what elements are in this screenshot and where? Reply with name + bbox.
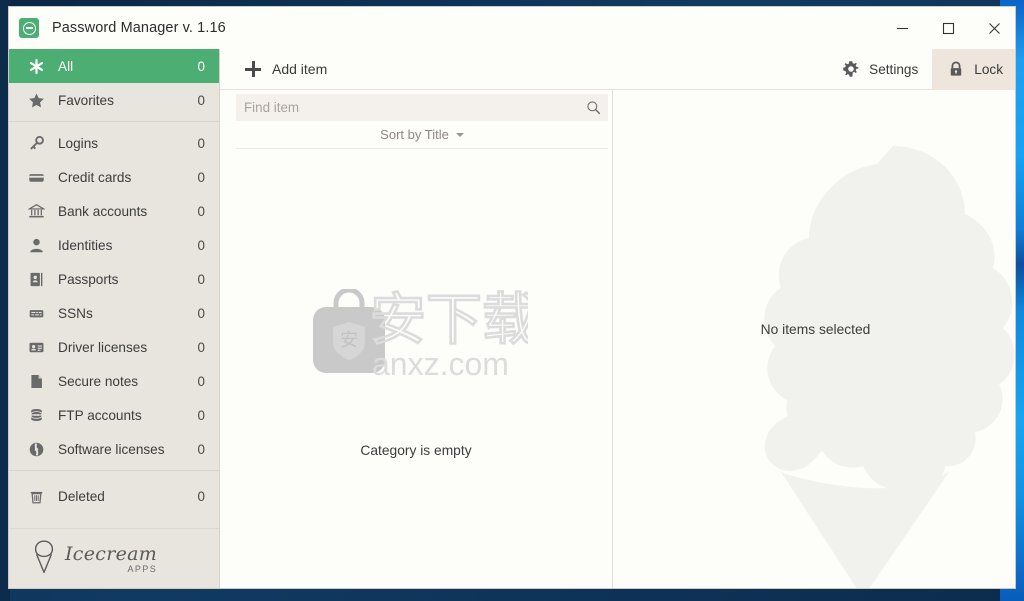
minimize-icon[interactable] — [879, 7, 925, 49]
watermark-text: 安下载 anxz.com — [368, 283, 540, 392]
sidebar-item-driver-licenses[interactable]: Driver licenses 0 — [9, 330, 219, 364]
sidebar-item-count: 0 — [197, 237, 205, 253]
watermark-bag-icon: 安 — [310, 287, 388, 380]
ssn-card-icon — [25, 302, 47, 324]
sidebar-item-count: 0 — [197, 407, 205, 423]
sidebar: All 0 Favorites 0 Logins 0 Credit cards … — [9, 49, 220, 588]
toolbar: Add item Settings Lock — [220, 48, 1015, 90]
empty-state: 安 安下载 anxz.com Category is empty — [220, 90, 612, 588]
sidebar-item-count: 0 — [197, 373, 205, 389]
sidebar-item-label: All — [58, 58, 74, 74]
sidebar-item-label: SSNs — [58, 305, 93, 321]
title-bar: Password Manager v. 1.16 — [9, 7, 1015, 49]
disc-icon — [25, 438, 47, 460]
lock-label: Lock — [974, 61, 1003, 77]
sidebar-item-logins[interactable]: Logins 0 — [9, 126, 219, 160]
watermark-cn-label: 安下载 — [370, 288, 528, 353]
add-item-button[interactable]: Add item — [245, 61, 327, 77]
lock-button[interactable]: Lock — [932, 48, 1015, 90]
asterisk-icon — [25, 55, 47, 77]
sidebar-item-ftp-accounts[interactable]: FTP accounts 0 — [9, 398, 219, 432]
trash-icon — [25, 485, 47, 507]
no-items-selected-message: No items selected — [760, 322, 871, 337]
sidebar-item-label: Deleted — [58, 488, 105, 504]
credit-card-icon — [25, 166, 47, 188]
svg-text:安: 安 — [340, 330, 358, 351]
id-card-icon — [25, 336, 47, 358]
sidebar-item-favorites[interactable]: Favorites 0 — [9, 83, 219, 117]
window-controls — [879, 7, 1015, 49]
lock-icon — [946, 60, 965, 79]
key-icon — [25, 132, 47, 154]
sort-control[interactable]: Sort by Title — [236, 121, 608, 149]
sidebar-item-label: Favorites — [58, 92, 114, 108]
sidebar-item-count: 0 — [197, 58, 205, 74]
sidebar-item-label: Passports — [58, 271, 119, 287]
sidebar-item-count: 0 — [197, 488, 205, 504]
gear-icon — [841, 60, 860, 79]
passport-icon — [25, 268, 47, 290]
sidebar-item-bank-accounts[interactable]: Bank accounts 0 — [9, 194, 219, 228]
sidebar-item-label: FTP accounts — [58, 407, 142, 423]
sidebar-item-label: Driver licenses — [58, 339, 148, 355]
sidebar-item-label: Credit cards — [58, 169, 132, 185]
ice-cream-cone-icon — [29, 539, 59, 580]
search-icon[interactable] — [578, 100, 608, 115]
sidebar-item-count: 0 — [197, 135, 205, 151]
site-watermark: 安 安下载 anxz.com — [306, 283, 539, 387]
maximize-icon[interactable] — [925, 7, 971, 49]
watermark-url-label: anxz.com — [372, 346, 509, 382]
sidebar-item-count: 0 — [197, 169, 205, 185]
brand-logo: Icecream APPS — [9, 528, 219, 588]
sidebar-item-passports[interactable]: Passports 0 — [9, 262, 219, 296]
sidebar-item-count: 0 — [197, 441, 205, 457]
sidebar-item-software-licenses[interactable]: Software licenses 0 — [9, 432, 219, 466]
sidebar-item-count: 0 — [197, 92, 205, 108]
toolbar-right-group: Settings Lock — [827, 48, 1015, 90]
person-icon — [25, 234, 47, 256]
database-icon — [25, 404, 47, 426]
sidebar-item-secure-notes[interactable]: Secure notes 0 — [9, 364, 219, 398]
sidebar-item-label: Identities — [58, 237, 113, 253]
bank-icon — [25, 200, 47, 222]
close-icon[interactable] — [971, 7, 1015, 49]
brand-name: Icecream — [65, 543, 158, 565]
sort-label: Sort by Title — [380, 127, 449, 142]
category-empty-message: Category is empty — [360, 442, 472, 458]
sidebar-item-deleted[interactable]: Deleted 0 — [9, 479, 219, 513]
sidebar-item-count: 0 — [197, 305, 205, 321]
sidebar-item-label: Bank accounts — [58, 203, 148, 219]
sidebar-item-count: 0 — [197, 203, 205, 219]
sidebar-item-credit-cards[interactable]: Credit cards 0 — [9, 160, 219, 194]
sidebar-item-label: Software licenses — [58, 441, 165, 457]
sidebar-item-count: 0 — [197, 339, 205, 355]
settings-button[interactable]: Settings — [827, 49, 932, 90]
item-detail-pane: No items selected — [612, 90, 1015, 588]
sidebar-item-all[interactable]: All 0 — [9, 49, 219, 83]
search-input[interactable] — [236, 94, 578, 121]
chevron-down-icon — [455, 132, 464, 137]
app-window: Password Manager v. 1.16 All 0 Favorites… — [8, 6, 1016, 589]
window-title: Password Manager v. 1.16 — [52, 20, 226, 36]
brand-subtitle: APPS — [127, 564, 158, 574]
password-manager-icon — [19, 18, 39, 38]
ice-cream-cone-watermark — [697, 128, 1015, 588]
sidebar-item-identities[interactable]: Identities 0 — [9, 228, 219, 262]
settings-label: Settings — [869, 61, 919, 77]
sidebar-divider-1 — [9, 121, 219, 122]
add-item-label: Add item — [272, 61, 328, 77]
note-icon — [25, 370, 47, 392]
sidebar-divider-2 — [9, 470, 219, 471]
star-icon — [25, 89, 47, 111]
search-bar[interactable] — [236, 94, 608, 121]
sidebar-item-label: Secure notes — [58, 373, 139, 389]
sidebar-item-ssns[interactable]: SSNs 0 — [9, 296, 219, 330]
sidebar-item-label: Logins — [58, 135, 99, 151]
plus-icon — [245, 61, 261, 77]
item-list-pane: Sort by Title 安 安下载 an — [220, 90, 612, 588]
sidebar-item-count: 0 — [197, 271, 205, 287]
